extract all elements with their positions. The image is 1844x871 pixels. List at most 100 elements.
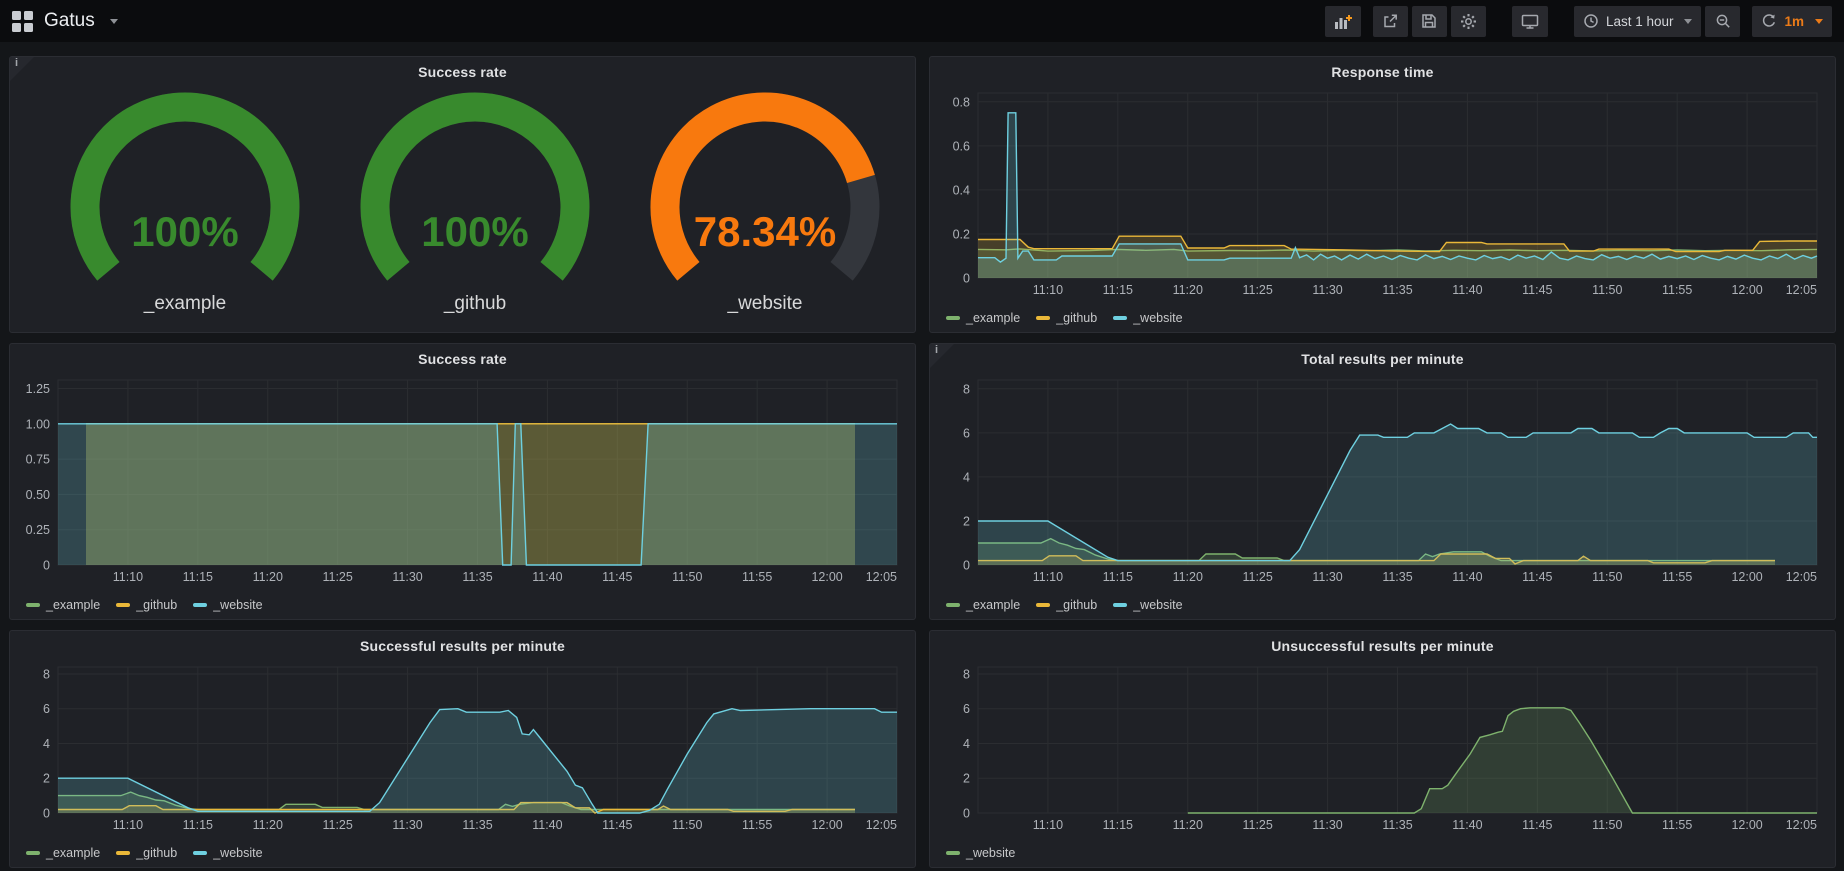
chart-legend: _example _github _website — [946, 598, 1183, 612]
legend-label: _github — [1056, 311, 1097, 325]
x-axis-tick-label: 12:00 — [811, 570, 842, 584]
series-area-_website — [58, 709, 897, 813]
legend-item-_github[interactable]: _github — [1036, 598, 1097, 612]
legend-item-_website[interactable]: _website — [1113, 598, 1182, 612]
y-axis-tick-label: 2 — [43, 772, 50, 786]
panel-title[interactable]: Response time — [930, 57, 1835, 80]
chart-canvas[interactable]: 0246811:1011:1511:2011:2511:3011:3511:40… — [938, 372, 1825, 587]
x-axis-tick-label: 11:40 — [532, 570, 562, 584]
series-area-_website — [1188, 708, 1817, 813]
chart-canvas[interactable]: 0246811:1011:1511:2011:2511:3011:3511:40… — [18, 659, 905, 835]
legend-item-_github[interactable]: _github — [116, 598, 177, 612]
time-range-label: Last 1 hour — [1606, 14, 1674, 29]
add-panel-button[interactable] — [1325, 6, 1361, 37]
legend-item-_website[interactable]: _website — [193, 598, 262, 612]
x-axis-tick-label: 11:15 — [183, 570, 213, 584]
y-axis-tick-label: 0.4 — [953, 183, 970, 197]
chart-plot-area[interactable]: 00.20.40.60.811:1011:1511:2011:2511:3011… — [938, 85, 1825, 300]
panel-title[interactable]: Success rate — [10, 344, 915, 367]
gauge-_github: 100%_github — [330, 88, 620, 315]
legend-item-_example[interactable]: _example — [946, 598, 1020, 612]
chart-plot-area[interactable]: 0246811:1011:1511:2011:2511:3011:3511:40… — [938, 659, 1825, 835]
add-panel-icon — [1334, 13, 1352, 30]
x-axis-tick-label: 11:20 — [1173, 570, 1203, 584]
x-axis-tick-label: 11:30 — [1312, 283, 1342, 297]
x-axis-tick-label: 11:25 — [1242, 818, 1272, 832]
legend-swatch — [946, 851, 960, 855]
x-axis-tick-label: 11:15 — [1103, 283, 1133, 297]
chart-canvas[interactable]: 00.20.40.60.811:1011:1511:2011:2511:3011… — [938, 85, 1825, 300]
chart-plot-area[interactable]: 0246811:1011:1511:2011:2511:3011:3511:40… — [938, 372, 1825, 587]
x-axis-tick-label: 11:55 — [1662, 570, 1692, 584]
legend-item-_example[interactable]: _example — [26, 846, 100, 860]
legend-item-_example[interactable]: _example — [946, 311, 1020, 325]
x-axis-tick-label: 11:10 — [113, 570, 143, 584]
settings-button[interactable] — [1451, 6, 1486, 37]
panel-info-corner-icon[interactable]: i — [930, 344, 954, 368]
y-axis-tick-label: 0.75 — [26, 453, 50, 467]
y-axis-tick-label: 2 — [963, 772, 970, 786]
refresh-picker[interactable]: 1m — [1752, 6, 1832, 37]
panel-success-rate-gauges: i Success rate 100%_example100%_github78… — [9, 56, 916, 333]
legend-item-_website[interactable]: _website — [1113, 311, 1182, 325]
time-range-picker[interactable]: Last 1 hour — [1574, 6, 1702, 37]
panel-title[interactable]: Unsuccessful results per minute — [930, 631, 1835, 654]
chart-legend: _example _github _website — [26, 846, 263, 860]
legend-item-_website[interactable]: _website — [946, 846, 1015, 860]
series-area-_website — [58, 424, 897, 565]
clock-icon — [1583, 13, 1599, 29]
legend-swatch — [946, 603, 960, 607]
x-axis-tick-label: 11:45 — [602, 818, 632, 832]
caret-down-icon — [110, 19, 118, 24]
y-axis-tick-label: 0 — [963, 272, 970, 286]
x-axis-tick-label: 11:35 — [1382, 818, 1412, 832]
legend-swatch — [116, 603, 130, 607]
share-button[interactable] — [1373, 6, 1408, 37]
x-axis-tick-label: 11:20 — [1173, 283, 1203, 297]
share-icon — [1382, 13, 1398, 29]
x-axis-tick-label: 11:40 — [1452, 570, 1482, 584]
chart-canvas[interactable]: 00.250.500.751.001.2511:1011:1511:2011:2… — [18, 372, 905, 587]
legend-item-_example[interactable]: _example — [26, 598, 100, 612]
x-axis-tick-label: 11:45 — [1522, 818, 1552, 832]
panel-title[interactable]: Total results per minute — [930, 344, 1835, 367]
caret-down-icon — [1815, 19, 1823, 24]
y-axis-tick-label: 0 — [963, 807, 970, 821]
legend-label: _website — [1133, 311, 1182, 325]
panel-title[interactable]: Successful results per minute — [10, 631, 915, 654]
legend-swatch — [193, 851, 207, 855]
gauge-label: _example — [144, 293, 226, 315]
legend-label: _github — [136, 598, 177, 612]
x-axis-tick-label: 11:35 — [462, 818, 492, 832]
gauge-_website: 78.34%_website — [620, 88, 910, 315]
caret-down-icon — [1684, 19, 1692, 24]
legend-item-_github[interactable]: _github — [1036, 311, 1097, 325]
x-axis-tick-label: 11:50 — [672, 570, 702, 584]
legend-item-_website[interactable]: _website — [193, 846, 262, 860]
y-axis-tick-label: 4 — [43, 737, 50, 751]
gauge-arc: 100% — [40, 88, 330, 293]
x-axis-tick-label: 11:50 — [1592, 283, 1622, 297]
save-button[interactable] — [1412, 6, 1447, 37]
tv-mode-button[interactable] — [1512, 6, 1548, 37]
x-axis-tick-label: 12:00 — [1731, 570, 1762, 584]
legend-swatch — [1113, 603, 1127, 607]
x-axis-tick-label: 12:05 — [1786, 283, 1817, 297]
x-axis-tick-label: 11:30 — [1312, 818, 1342, 832]
panel-info-corner-icon[interactable]: i — [10, 57, 34, 81]
gauge-value: 100% — [421, 208, 528, 255]
x-axis-tick-label: 11:35 — [1382, 283, 1412, 297]
refresh-icon — [1761, 13, 1777, 29]
legend-item-_github[interactable]: _github — [116, 846, 177, 860]
panel-title[interactable]: Success rate — [10, 57, 915, 80]
x-axis-tick-label: 11:35 — [462, 570, 492, 584]
y-axis-tick-label: 4 — [963, 470, 970, 484]
chart-canvas[interactable]: 0246811:1011:1511:2011:2511:3011:3511:40… — [938, 659, 1825, 835]
x-axis-tick-label: 11:15 — [1103, 818, 1133, 832]
chart-plot-area[interactable]: 0246811:1011:1511:2011:2511:3011:3511:40… — [18, 659, 905, 835]
x-axis-tick-label: 11:25 — [322, 818, 352, 832]
dashboard-switcher[interactable]: Gatus — [12, 10, 118, 32]
x-axis-tick-label: 11:15 — [1103, 570, 1133, 584]
chart-plot-area[interactable]: 00.250.500.751.001.2511:1011:1511:2011:2… — [18, 372, 905, 587]
zoom-out-button[interactable] — [1705, 6, 1740, 37]
